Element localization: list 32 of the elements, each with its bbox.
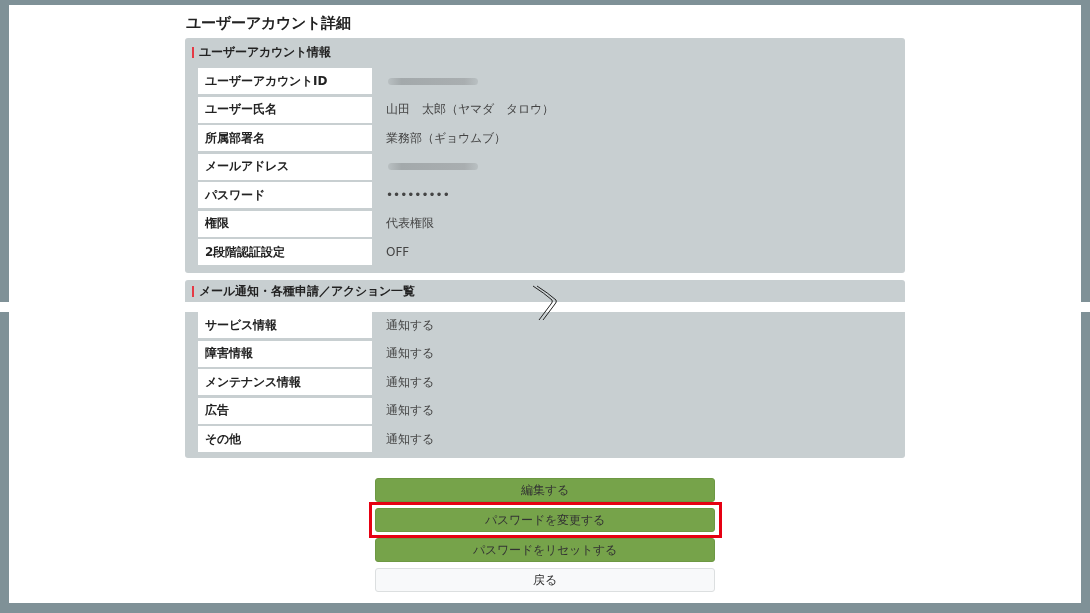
action-button[interactable]: パスワードを変更する bbox=[375, 508, 715, 532]
field-label: 広告 bbox=[198, 397, 372, 424]
field-label: 所属部署名 bbox=[198, 125, 372, 151]
page-title: ユーザーアカウント詳細 bbox=[186, 13, 352, 33]
field-label: メンテナンス情報 bbox=[198, 369, 372, 395]
field-value: 通知する bbox=[386, 430, 434, 448]
field-value: 通知する bbox=[386, 345, 434, 362]
field-label: その他 bbox=[198, 426, 372, 452]
field-label: ユーザー氏名 bbox=[198, 96, 372, 123]
field-value: ••••••••• bbox=[386, 188, 450, 202]
field-label: ユーザーアカウントID bbox=[198, 68, 372, 94]
section-marker-icon bbox=[192, 285, 194, 297]
section-heading: ユーザーアカウント情報 bbox=[199, 43, 331, 61]
field-value: 通知する bbox=[386, 316, 434, 334]
action-button[interactable]: 編集する bbox=[375, 478, 715, 502]
field-value: 通知する bbox=[386, 373, 434, 391]
break-mark-icon bbox=[532, 285, 558, 321]
field-value: 業務部（ギョウムブ） bbox=[386, 129, 506, 147]
field-value: OFF bbox=[386, 245, 410, 259]
field-label: メールアドレス bbox=[198, 153, 372, 180]
field-label: サービス情報 bbox=[198, 312, 372, 338]
field-value: 通知する bbox=[386, 402, 434, 419]
field-value: 代表権限 bbox=[386, 215, 434, 232]
action-button[interactable]: 戻る bbox=[375, 568, 715, 592]
field-label: 2段階認証設定 bbox=[198, 239, 372, 265]
field-label: 権限 bbox=[198, 210, 372, 237]
field-value: 山田 太郎（ヤマダ タロウ） bbox=[386, 101, 554, 118]
section-heading: メール通知・各種申請／アクション一覧 bbox=[199, 282, 415, 300]
field-label: 障害情報 bbox=[198, 340, 372, 367]
field-label: パスワード bbox=[198, 182, 372, 208]
section-marker-icon bbox=[192, 46, 194, 58]
action-button[interactable]: パスワードをリセットする bbox=[375, 538, 715, 562]
